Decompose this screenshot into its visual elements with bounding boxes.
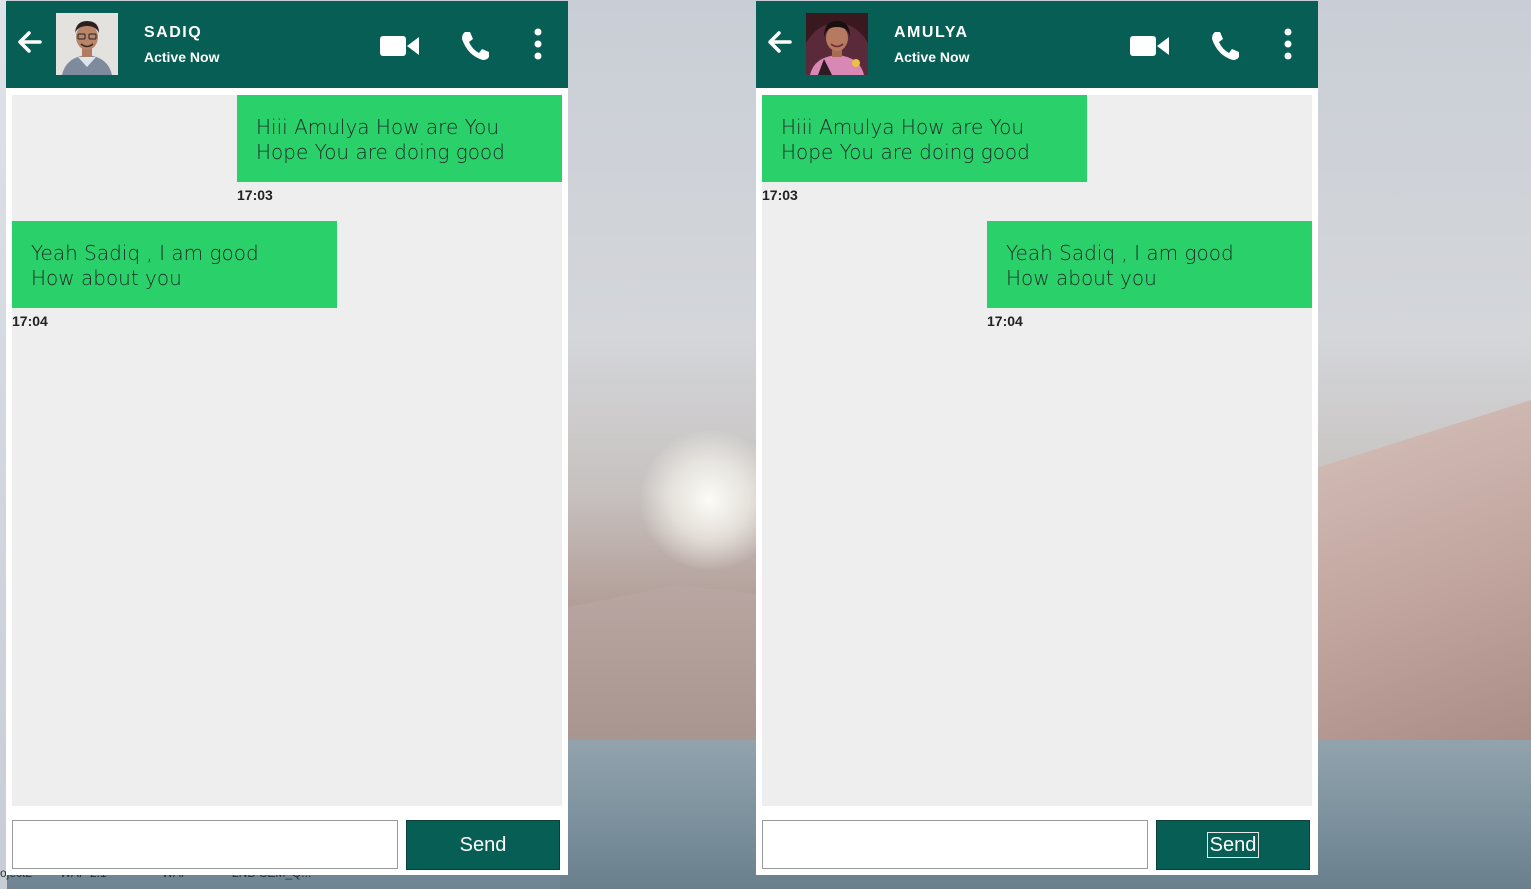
message-text: Hiii Amulya How are You [781,115,1025,139]
message-text: Hope You are doing good [781,140,1030,164]
contact-name[interactable]: SADIQ [144,24,202,42]
contact-name[interactable]: AMULYA [894,24,969,42]
contact-status: Active Now [144,49,220,65]
message-time: 17:03 [237,187,273,203]
message-time: 17:04 [12,313,48,329]
send-label: Send [1206,832,1260,858]
chat-window-amulya: AMULYA Active Now Hiii Amulya How are Yo… [756,1,1318,875]
avatar[interactable] [56,13,118,75]
avatar[interactable] [806,13,868,75]
more-options-icon[interactable] [528,27,548,61]
video-call-icon[interactable] [1130,34,1170,58]
chat-header: SADIQ Active Now [6,1,568,88]
message-input[interactable] [12,820,398,869]
message-bubble-received: Hiii Amulya How are You Hope You are doi… [762,95,1087,182]
message-bubble-sent: Yeah Sadiq , I am good How about you [987,221,1312,308]
send-button[interactable]: Send [1156,820,1310,870]
message-text: How about you [31,266,182,290]
chat-window-sadiq: SADIQ Active Now Hiii Amulya How are You… [6,1,568,875]
send-label: Send [459,833,507,856]
message-bubble-received: Yeah Sadiq , I am good How about you [12,221,337,308]
message-input[interactable] [762,820,1148,869]
message-list[interactable]: Hiii Amulya How are You Hope You are doi… [762,95,1312,806]
message-list[interactable]: Hiii Amulya How are You Hope You are doi… [12,95,562,806]
chat-header: AMULYA Active Now [756,1,1318,88]
message-time: 17:03 [762,187,798,203]
message-text: Yeah Sadiq , I am good [1006,241,1234,265]
wallpaper-dune [1310,400,1531,750]
back-arrow-icon[interactable] [14,27,44,57]
back-arrow-icon[interactable] [764,27,794,57]
contact-status: Active Now [894,49,970,65]
message-text: Yeah Sadiq , I am good [31,241,259,265]
video-call-icon[interactable] [380,34,420,58]
message-bubble-sent: Hiii Amulya How are You Hope You are doi… [237,95,562,182]
more-options-icon[interactable] [1278,27,1298,61]
send-button[interactable]: Send [406,820,560,870]
message-text: How about you [1006,266,1157,290]
phone-call-icon[interactable] [459,29,495,61]
message-time: 17:04 [987,313,1023,329]
message-text: Hiii Amulya How are You [256,115,500,139]
message-text: Hope You are doing good [256,140,505,164]
phone-call-icon[interactable] [1209,29,1245,61]
